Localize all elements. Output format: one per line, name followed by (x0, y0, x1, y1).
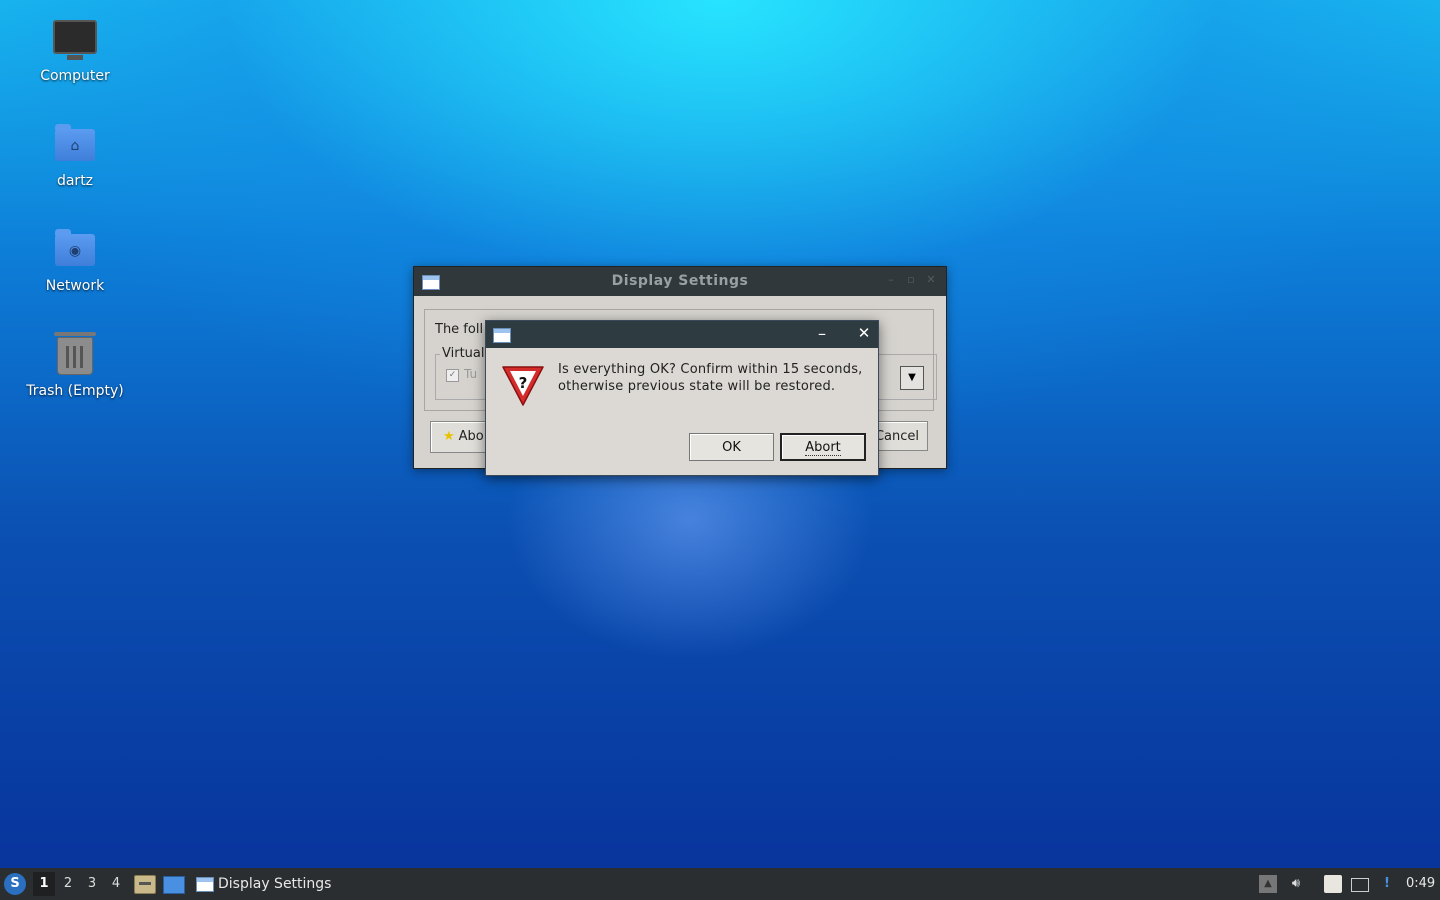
desktop-icon-label: Computer (40, 68, 110, 84)
start-menu-icon[interactable]: S (4, 873, 26, 895)
workspace-4[interactable]: 4 (105, 872, 127, 896)
turn-on-checkbox[interactable]: ✓ (446, 369, 459, 382)
desktop-icon-label: dartz (56, 173, 94, 189)
desktop-icon-computer[interactable]: Computer (10, 16, 140, 84)
dialog-message-line: otherwise previous state will be restore… (558, 379, 836, 394)
abort-button[interactable]: Abort (780, 433, 866, 461)
desktop-icon-home[interactable]: ⌂ dartz (10, 121, 140, 189)
checkbox-label: Tu (464, 367, 478, 381)
window-icon (196, 877, 214, 892)
clock[interactable]: 0:49 (1406, 876, 1435, 891)
dialog-message: Is everything OK? Confirm within 15 seco… (558, 361, 874, 395)
ok-button[interactable]: OK (689, 433, 774, 461)
chevron-down-icon[interactable]: ▼ (900, 366, 924, 390)
warning-question-icon: ? (502, 366, 544, 406)
window-icon (493, 328, 511, 343)
close-icon[interactable]: ✕ (924, 273, 938, 287)
intro-text: The foll (435, 322, 484, 337)
task-display-settings[interactable]: Display Settings (194, 872, 331, 896)
computer-icon (51, 16, 99, 64)
minimize-icon[interactable]: – (884, 273, 898, 287)
dialog-message-line: Is everything OK? Confirm within 15 seco… (558, 362, 863, 377)
confirm-dialog: – ✕ ? Is everything OK? Confirm within 1… (485, 320, 879, 476)
file-manager-icon[interactable] (134, 875, 156, 894)
workspace-2[interactable]: 2 (57, 872, 79, 896)
star-icon: ★ (443, 429, 455, 444)
trash-icon (51, 331, 99, 379)
icon-question-mark: ? (519, 374, 528, 392)
home-folder-icon: ⌂ (51, 121, 99, 169)
desktop-icon-label: Network (45, 278, 105, 294)
maximize-icon[interactable]: ▫ (904, 273, 918, 287)
task-label: Display Settings (218, 876, 332, 892)
close-icon[interactable]: ✕ (856, 324, 872, 342)
workspace-1[interactable]: 1 (33, 872, 55, 896)
show-desktop-icon[interactable] (163, 876, 185, 894)
eject-icon[interactable]: ▲ (1259, 875, 1277, 893)
network-folder-icon: ◉ (51, 226, 99, 274)
volume-icon[interactable]: 🔊︎ (1287, 875, 1305, 893)
clipboard-icon[interactable] (1324, 875, 1342, 893)
desktop-icon-label: Trash (Empty) (26, 383, 124, 399)
notification-icon[interactable]: ! (1378, 875, 1396, 893)
taskbar: S 1 2 3 4 Display Settings ▲ 🔊︎ ! 0:49 (0, 868, 1440, 900)
workspace-3[interactable]: 3 (81, 872, 103, 896)
display-settings-titlebar[interactable]: Display Settings – ▫ ✕ (414, 267, 946, 296)
dialog-titlebar[interactable]: – ✕ (486, 321, 878, 348)
desktop-icon-trash[interactable]: Trash (Empty) (10, 331, 140, 399)
minimize-icon[interactable]: – (814, 324, 830, 343)
window-title: Display Settings (611, 273, 749, 289)
network-icon[interactable] (1351, 878, 1369, 892)
group-label: Virtual (440, 346, 487, 361)
desktop-icon-network[interactable]: ◉ Network (10, 226, 140, 294)
